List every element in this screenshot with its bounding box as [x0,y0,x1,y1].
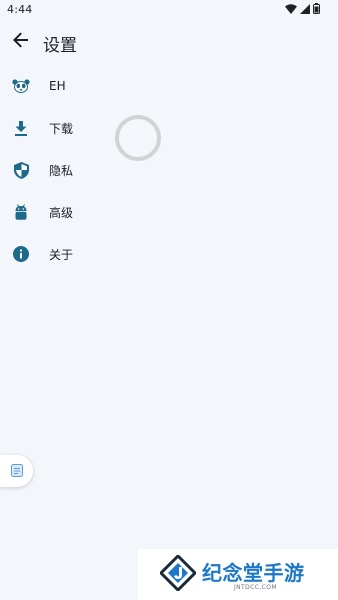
battery-icon [313,3,320,17]
note-icon [10,462,23,481]
settings-menu: EH 下载 隐私 高级 关于 [0,65,338,275]
info-icon [12,245,30,263]
menu-item-label: 高级 [49,205,74,220]
shield-icon [12,161,30,179]
app-bar: 设置 [0,22,338,62]
status-bar: 4:44 [0,0,338,18]
watermark-text: 纪念堂手游 [202,561,305,585]
menu-item-advanced[interactable]: 高级 [0,191,338,233]
menu-item-label: 隐私 [49,163,74,178]
menu-item-eh[interactable]: EH [0,65,338,107]
arrow-left-icon [13,32,29,52]
status-time: 4:44 [7,3,33,16]
menu-item-label: EH [49,79,66,93]
android-icon [12,203,30,221]
download-icon [12,119,30,137]
menu-item-label: 关于 [49,247,74,262]
menu-item-label: 下载 [49,121,74,136]
watermark-domain: JNTDCC.COM [234,584,277,591]
watermark-logo-icon [158,553,198,593]
watermark: 纪念堂手游 JNTDCC.COM [138,549,338,600]
wifi-icon [285,3,297,17]
loading-spinner [115,115,161,161]
menu-item-privacy[interactable]: 隐私 [0,149,338,191]
menu-item-about[interactable]: 关于 [0,233,338,275]
status-icons [285,3,320,17]
floating-side-button[interactable] [0,455,33,487]
signal-icon [300,3,310,17]
menu-item-download[interactable]: 下载 [0,107,338,149]
panda-icon [12,77,30,95]
back-button[interactable] [8,29,34,55]
page-title: 设置 [43,36,77,56]
